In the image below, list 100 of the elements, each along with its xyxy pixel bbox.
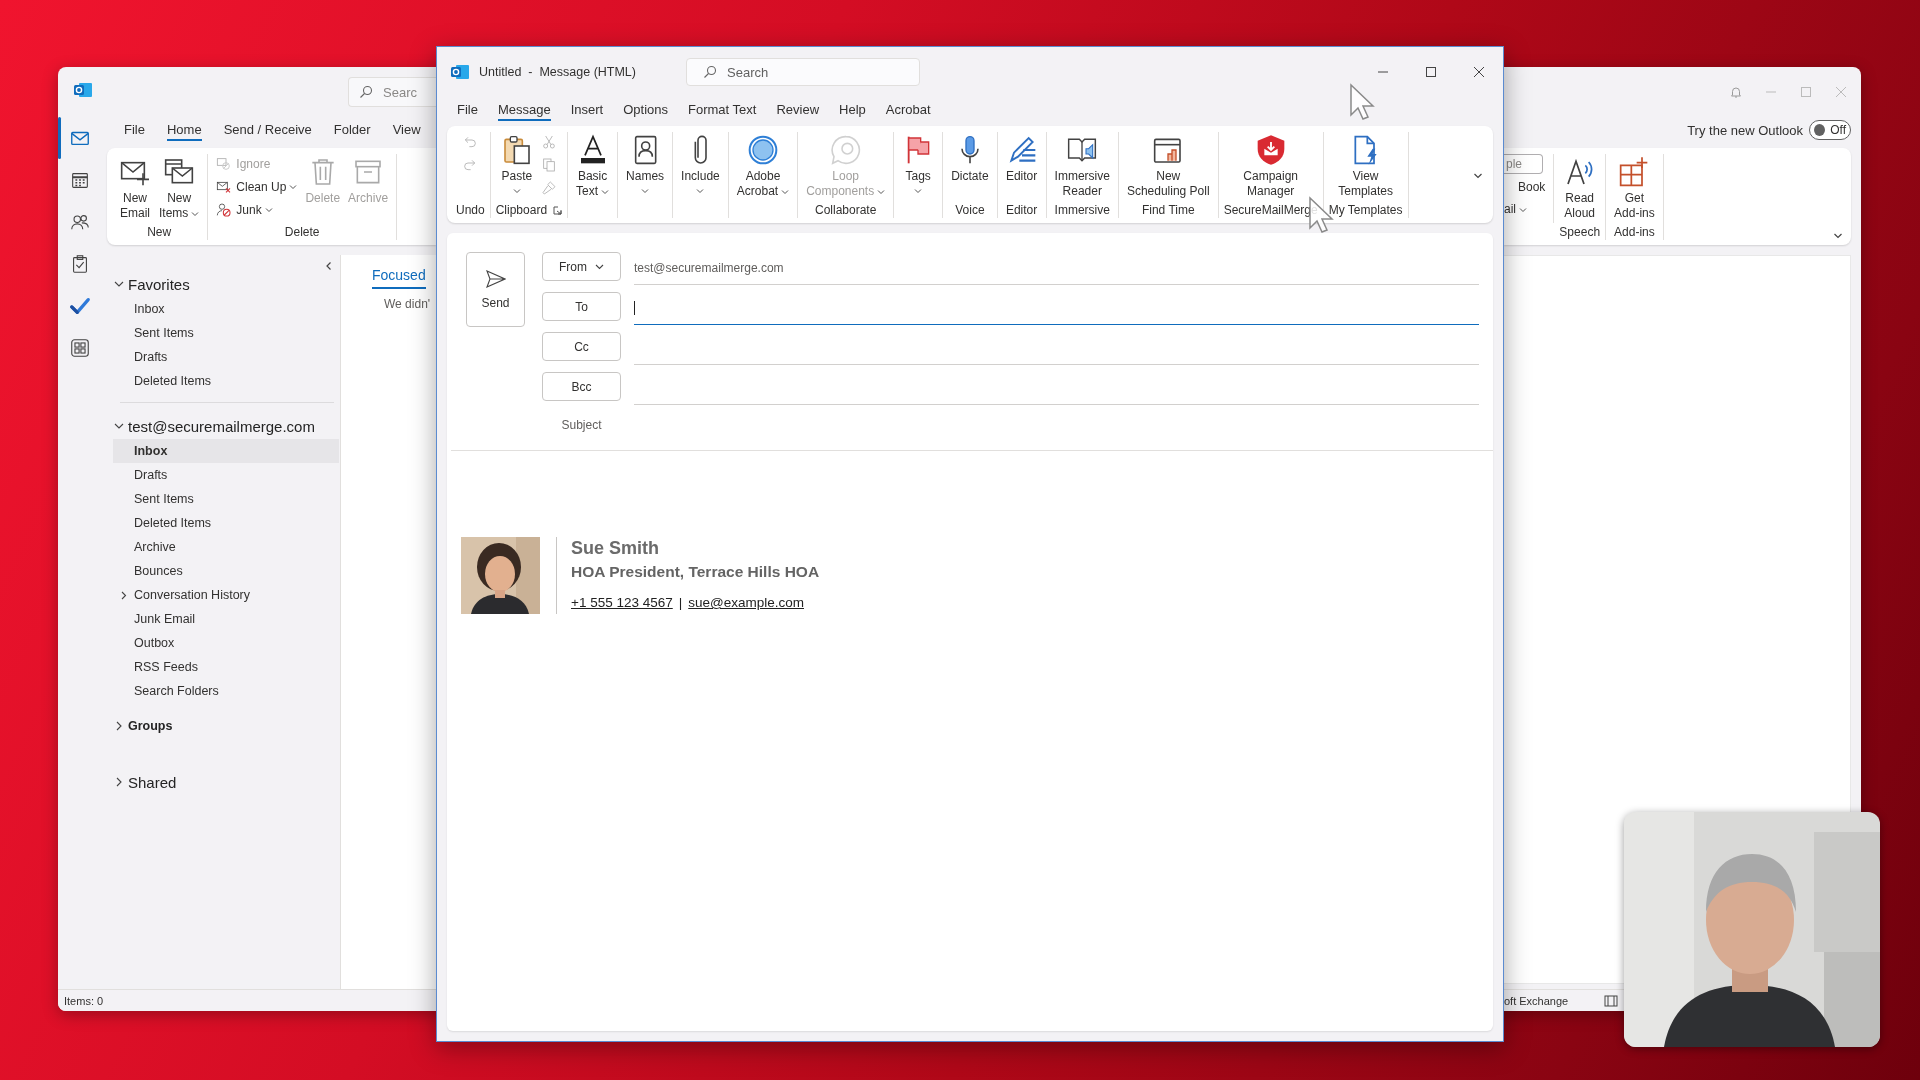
folder-item[interactable]: Junk Email: [113, 607, 339, 631]
search-field[interactable]: Searc: [348, 77, 436, 107]
empty-message: We didn': [384, 297, 432, 311]
recipient-button[interactable]: To: [542, 292, 621, 321]
app-logo-icon: [451, 64, 469, 80]
speech-bubble-icon: [829, 134, 862, 166]
group-label: Editor: [1005, 203, 1038, 217]
group-label: Immersive: [1054, 203, 1110, 217]
ribbon-button[interactable]: Include: [678, 132, 723, 197]
ribbon-button[interactable]: Tags: [899, 132, 938, 197]
ribbon-button[interactable]: Read Aloud: [1560, 154, 1599, 223]
layout-icon[interactable]: [1604, 994, 1619, 1007]
folder-item[interactable]: Sent Items: [113, 487, 339, 511]
group-label: My Templates: [1328, 203, 1403, 217]
group-label: Undo: [456, 203, 485, 217]
ribbon-button[interactable]: Immersive Reader: [1051, 132, 1113, 201]
folder-item[interactable]: Deleted Items: [113, 369, 339, 393]
scissors-icon: [540, 134, 557, 150]
folder-item[interactable]: Outbox: [113, 631, 339, 655]
search-field[interactable]: Search: [686, 58, 920, 86]
ribbon-button[interactable]: Book: [1518, 178, 1546, 196]
chevron-down-icon[interactable]: [1473, 171, 1483, 181]
list-tab[interactable]: Focused: [372, 265, 426, 289]
ribbon-button[interactable]: New Items: [156, 154, 203, 223]
subject-label: Subject: [560, 417, 603, 432]
envelope-block-icon: [216, 156, 233, 172]
chevron-down-icon: [595, 262, 604, 271]
phone-link[interactable]: +1 555 123 4567: [571, 595, 673, 610]
menu-tab[interactable]: Message: [497, 99, 551, 121]
bell-icon[interactable]: [1730, 86, 1742, 98]
menu-tab[interactable]: Send / Receive: [223, 119, 312, 141]
group-label: Collaborate: [815, 203, 877, 217]
folder-item[interactable]: Archive: [113, 535, 339, 559]
menu-tab[interactable]: File: [124, 119, 145, 141]
group-label: Find Time: [1141, 203, 1195, 217]
chevron-down-icon[interactable]: [1833, 231, 1843, 241]
status-text: oft Exchange: [1504, 994, 1569, 1007]
envelope-x-icon: [216, 179, 233, 195]
group-label: Clipboard: [495, 203, 548, 217]
folder-item[interactable]: Inbox: [113, 297, 339, 321]
group-label: Add-ins: [1614, 225, 1655, 239]
ribbon-button[interactable]: Clean Up: [213, 177, 301, 197]
folder-item[interactable]: Search Folders: [113, 679, 339, 703]
ribbon-button[interactable]: New Email: [116, 154, 154, 223]
ribbon-button[interactable]: Basic Text: [573, 132, 613, 201]
copy-icon: [540, 157, 557, 173]
from-button[interactable]: From: [542, 252, 621, 281]
folder-item[interactable]: Drafts: [113, 345, 339, 369]
menu-tab[interactable]: Review: [776, 99, 820, 121]
ribbon-button[interactable]: New Scheduling Poll: [1123, 132, 1213, 201]
recipient-button[interactable]: Bcc: [542, 372, 621, 401]
ribbon-button[interactable]: Dictate: [948, 132, 992, 186]
ribbon-button[interactable]: View Templates: [1335, 132, 1396, 201]
signature-title: HOA President, Terrace Hills HOA: [571, 563, 820, 581]
email-link[interactable]: sue@example.com: [688, 595, 804, 610]
menu-tab[interactable]: Insert: [570, 99, 604, 121]
folder-item[interactable]: Bounces: [113, 559, 339, 583]
recipient-button[interactable]: Cc: [542, 332, 621, 361]
menu-tab[interactable]: View: [392, 119, 421, 141]
group-label: Voice: [955, 203, 985, 217]
folder-item[interactable]: RSS Feeds: [113, 655, 339, 679]
toggle-label: Try the new Outlook: [1687, 122, 1803, 138]
folder-item[interactable]: Inbox: [113, 439, 339, 463]
folder-heading[interactable]: test@securemailmerge.com: [108, 413, 340, 439]
signature-name: Sue Smith: [571, 538, 660, 559]
toggle-switch[interactable]: Off: [1809, 120, 1851, 140]
dialog-launcher-icon[interactable]: [553, 205, 563, 215]
menu-tab[interactable]: Home: [166, 119, 202, 141]
group-label: Speech: [1559, 225, 1601, 239]
app-logo-icon: [74, 82, 92, 98]
folder-item[interactable]: Deleted Items: [113, 511, 339, 535]
ribbon-button[interactable]: Editor: [1002, 132, 1041, 186]
ribbon-button[interactable]: Paste: [497, 132, 536, 197]
send-button[interactable]: Send: [466, 252, 525, 327]
paperclip-icon: [693, 135, 708, 165]
mouse-pointer-icon: [1349, 83, 1375, 121]
folder-item[interactable]: Drafts: [113, 463, 339, 487]
menu-tab[interactable]: Options: [623, 99, 669, 121]
window-title: Untitled - Message (HTML): [479, 65, 636, 79]
folder-heading[interactable]: Favorites: [108, 271, 340, 297]
menu-tab[interactable]: File: [457, 99, 478, 121]
chevron-left-icon[interactable]: [324, 261, 334, 271]
menu-tab[interactable]: Format Text: [688, 99, 757, 121]
group-label: Delete: [284, 225, 320, 239]
ribbon-button[interactable]: Adobe Acrobat: [733, 132, 793, 201]
folder-item[interactable]: Sent Items: [113, 321, 339, 345]
ribbon-button[interactable]: Get Add-ins: [1611, 154, 1658, 223]
folder-heading[interactable]: Groups: [108, 713, 340, 739]
menu-tab[interactable]: Folder: [333, 119, 371, 141]
folder-heading[interactable]: Shared: [108, 769, 340, 795]
folder-item[interactable]: Conversation History: [113, 583, 339, 607]
ribbon-button[interactable]: ail: [1504, 200, 1546, 218]
maximize-icon[interactable]: [1425, 66, 1437, 78]
input-field[interactable]: test@securemailmerge.com: [634, 252, 1479, 285]
menu-tab[interactable]: Acrobat: [885, 99, 931, 121]
ribbon-button[interactable]: Junk: [213, 200, 301, 220]
ribbon-button[interactable]: Campaign Manager: [1240, 132, 1301, 201]
ribbon-button[interactable]: Names: [623, 132, 668, 197]
close-icon[interactable]: [1473, 66, 1485, 78]
menu-tab[interactable]: Help: [839, 99, 866, 121]
